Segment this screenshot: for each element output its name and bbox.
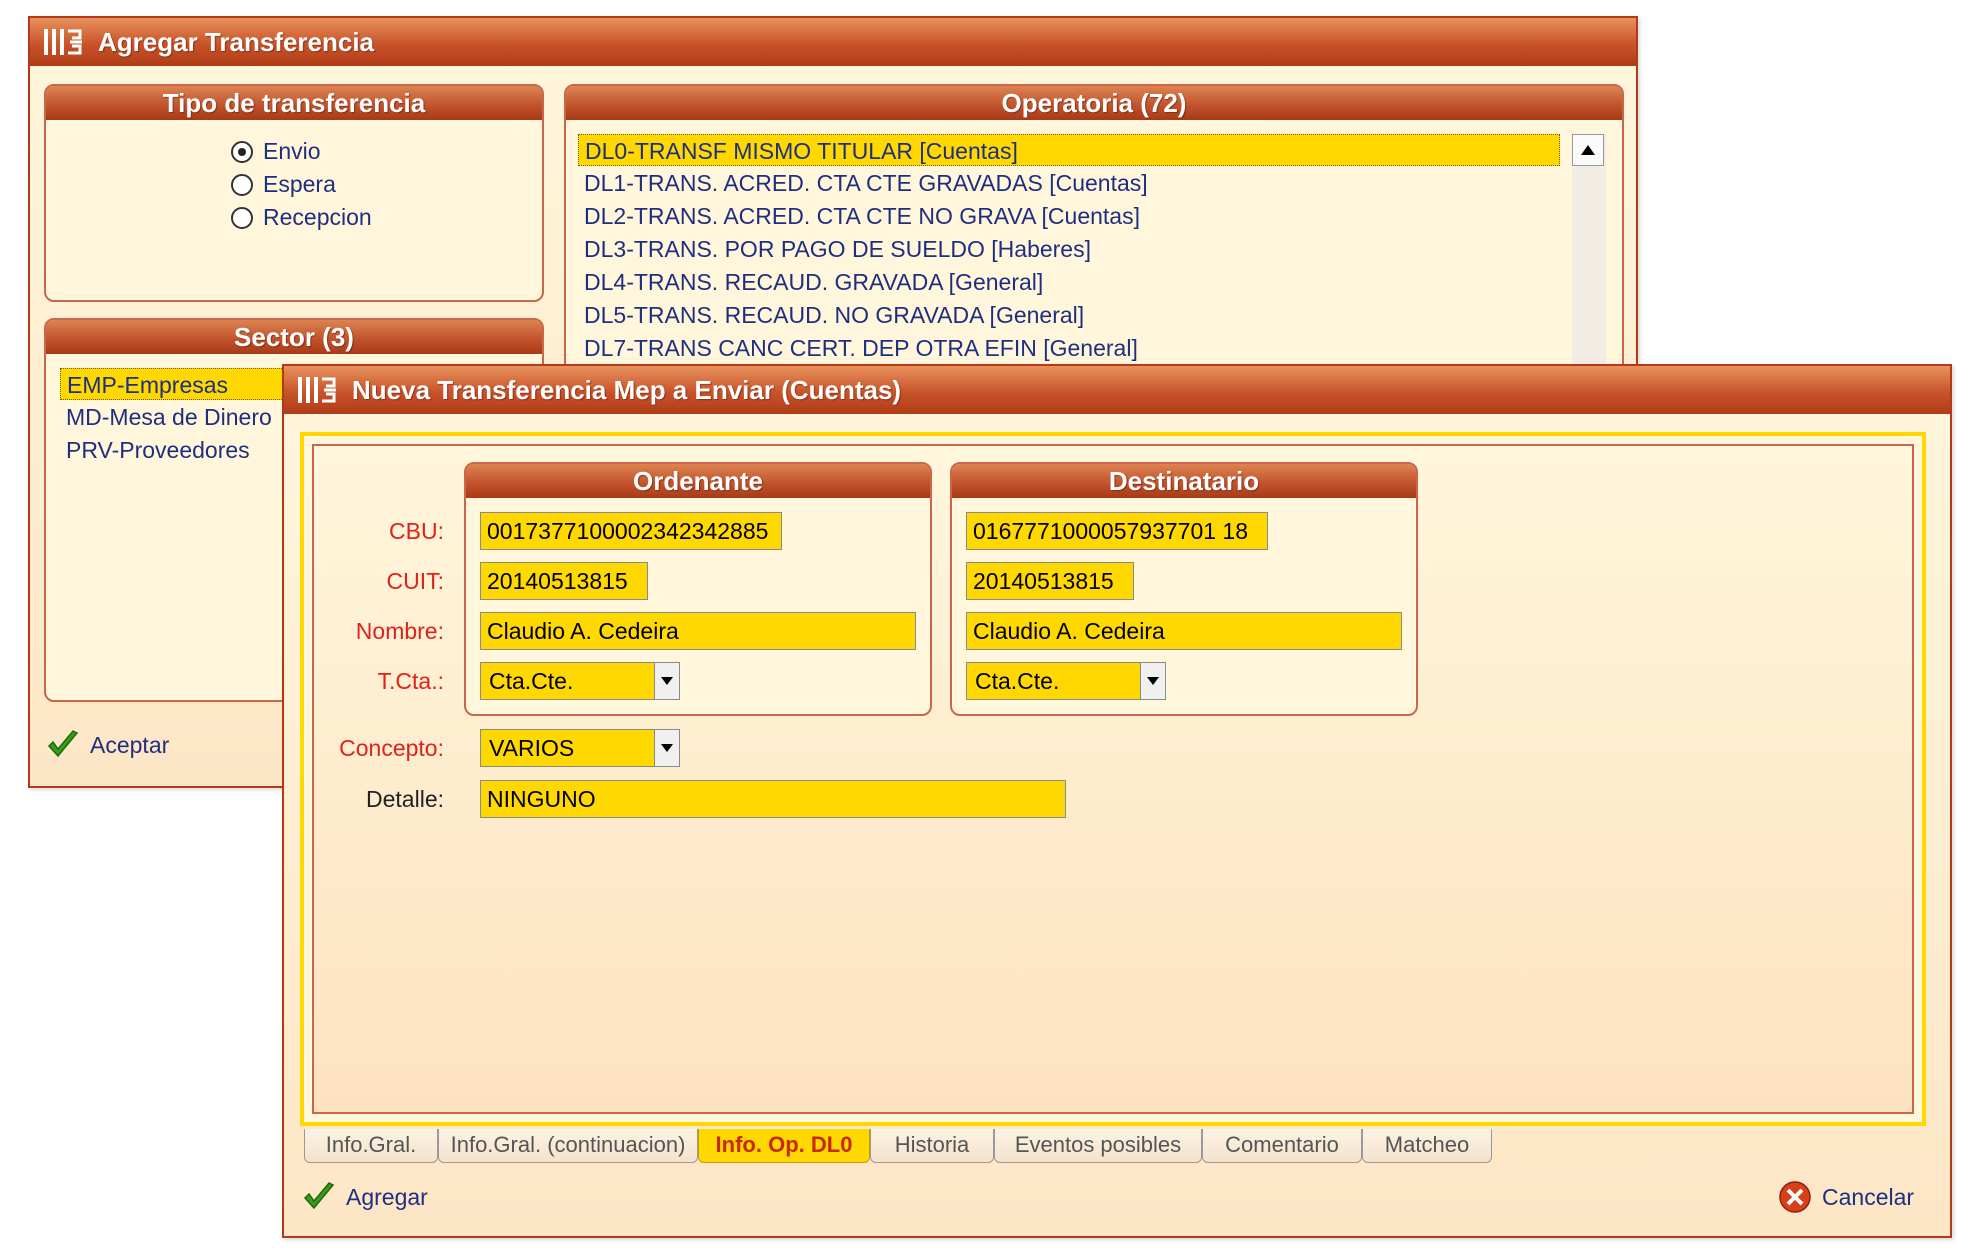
select-value: Cta.Cte.: [489, 668, 574, 694]
sector-item-prv[interactable]: PRV-Proveedores: [60, 434, 250, 466]
select-value: Cta.Cte.: [975, 668, 1060, 694]
radio-recepcion[interactable]: Recepcion: [231, 204, 372, 231]
ordenante-tcta-select[interactable]: Cta.Cte.: [480, 662, 680, 700]
sector-item-md[interactable]: MD-Mesa de Dinero: [60, 401, 272, 433]
destinatario-nombre-field[interactable]: Claudio A. Cedeira: [966, 612, 1402, 650]
window-title: Nueva Transferencia Mep a Enviar (Cuenta…: [352, 374, 902, 405]
group-title: Tipo de transferencia: [46, 86, 542, 120]
group-title: Ordenante: [466, 464, 930, 498]
chevron-down-icon[interactable]: [654, 663, 679, 699]
tab-matcheo[interactable]: Matcheo: [1362, 1129, 1492, 1163]
green-check-icon: [303, 1182, 335, 1210]
radio-button[interactable]: [231, 140, 253, 163]
tab-info-op-dl0[interactable]: Info. Op. DL0: [698, 1129, 870, 1163]
destinatario-cuit-field[interactable]: 20140513815: [966, 562, 1134, 600]
tipo-transferencia-group: Tipo de transferencia Envio Espera Recep…: [44, 84, 544, 302]
detalle-field[interactable]: NINGUNO: [480, 780, 1066, 818]
agregar-label: Agregar: [346, 1183, 428, 1210]
app-logo-icon: [44, 29, 82, 55]
destinatario-tcta-select[interactable]: Cta.Cte.: [966, 662, 1166, 700]
aceptar-label: Aceptar: [90, 731, 170, 758]
group-title: Operatoria (72): [566, 86, 1622, 120]
tab-historia[interactable]: Historia: [870, 1129, 994, 1163]
ordenante-cbu-field[interactable]: 0017377100002342342885: [480, 512, 782, 550]
cancelar-button[interactable]: Cancelar: [1778, 1180, 1914, 1214]
green-check-icon: [47, 730, 79, 758]
app-logo-icon: [298, 377, 336, 403]
nueva-transferencia-window: Nueva Transferencia Mep a Enviar (Cuenta…: [282, 364, 1952, 1238]
window-titlebar[interactable]: Nueva Transferencia Mep a Enviar (Cuenta…: [284, 366, 1950, 414]
operatoria-item[interactable]: DL1-TRANS. ACRED. CTA CTE GRAVADAS [Cuen…: [578, 167, 1148, 199]
operatoria-item[interactable]: DL5-TRANS. RECAUD. NO GRAVADA [General]: [578, 299, 1084, 331]
radio-espera[interactable]: Espera: [231, 171, 336, 198]
radio-label: Recepcion: [263, 204, 372, 230]
cuit-label: CUIT:: [386, 568, 445, 594]
window-title: Agregar Transferencia: [98, 26, 375, 57]
operatoria-item[interactable]: DL2-TRANS. ACRED. CTA CTE NO GRAVA [Cuen…: [578, 200, 1140, 232]
group-title: Destinatario: [952, 464, 1416, 498]
sector-item-emp[interactable]: EMP-Empresas: [60, 368, 290, 400]
window-titlebar[interactable]: Agregar Transferencia: [30, 18, 1636, 66]
scroll-up-arrow-icon[interactable]: [1572, 134, 1604, 166]
radio-button[interactable]: [231, 206, 253, 229]
detalle-label: Detalle:: [366, 786, 444, 812]
destinatario-cbu-field[interactable]: 0167771000057937701 18: [966, 512, 1268, 550]
chevron-down-icon[interactable]: [1140, 663, 1165, 699]
tcta-label: T.Cta.:: [377, 668, 444, 694]
operatoria-group: Operatoria (72) DL0-TRANSF MISMO TITULAR…: [564, 84, 1624, 384]
tab-info-gral[interactable]: Info.Gral.: [304, 1129, 438, 1163]
radio-label: Espera: [263, 171, 336, 197]
ordenante-cuit-field[interactable]: 20140513815: [480, 562, 648, 600]
nombre-label: Nombre:: [355, 618, 444, 644]
cbu-label: CBU:: [389, 518, 444, 544]
concepto-select[interactable]: VARIOS: [480, 729, 680, 767]
group-title: Sector (3): [46, 320, 542, 354]
concepto-label: Concepto:: [339, 735, 444, 761]
select-value: VARIOS: [489, 735, 575, 761]
chevron-down-icon[interactable]: [654, 730, 679, 766]
aceptar-button[interactable]: Aceptar: [46, 728, 169, 762]
cancelar-label: Cancelar: [1822, 1183, 1915, 1210]
radio-button[interactable]: [231, 173, 253, 196]
operatoria-item[interactable]: DL0-TRANSF MISMO TITULAR [Cuentas]: [578, 134, 1560, 166]
ordenante-nombre-field[interactable]: Claudio A. Cedeira: [480, 612, 916, 650]
radio-label: Envio: [263, 138, 321, 164]
tab-eventos-posibles[interactable]: Eventos posibles: [994, 1129, 1202, 1163]
operatoria-item[interactable]: DL7-TRANS CANC CERT. DEP OTRA EFIN [Gene…: [578, 332, 1138, 364]
operatoria-item[interactable]: DL4-TRANS. RECAUD. GRAVADA [General]: [578, 266, 1043, 298]
operatoria-scrollbar[interactable]: [1572, 134, 1606, 382]
operatoria-item[interactable]: DL3-TRANS. POR PAGO DE SUELDO [Haberes]: [578, 233, 1091, 265]
tab-comentario[interactable]: Comentario: [1202, 1129, 1362, 1163]
agregar-button[interactable]: Agregar: [302, 1180, 428, 1214]
red-cancel-icon: [1779, 1181, 1811, 1213]
radio-envio[interactable]: Envio: [231, 138, 321, 165]
tab-info-gral-continuacion[interactable]: Info.Gral. (continuacion): [438, 1129, 698, 1163]
